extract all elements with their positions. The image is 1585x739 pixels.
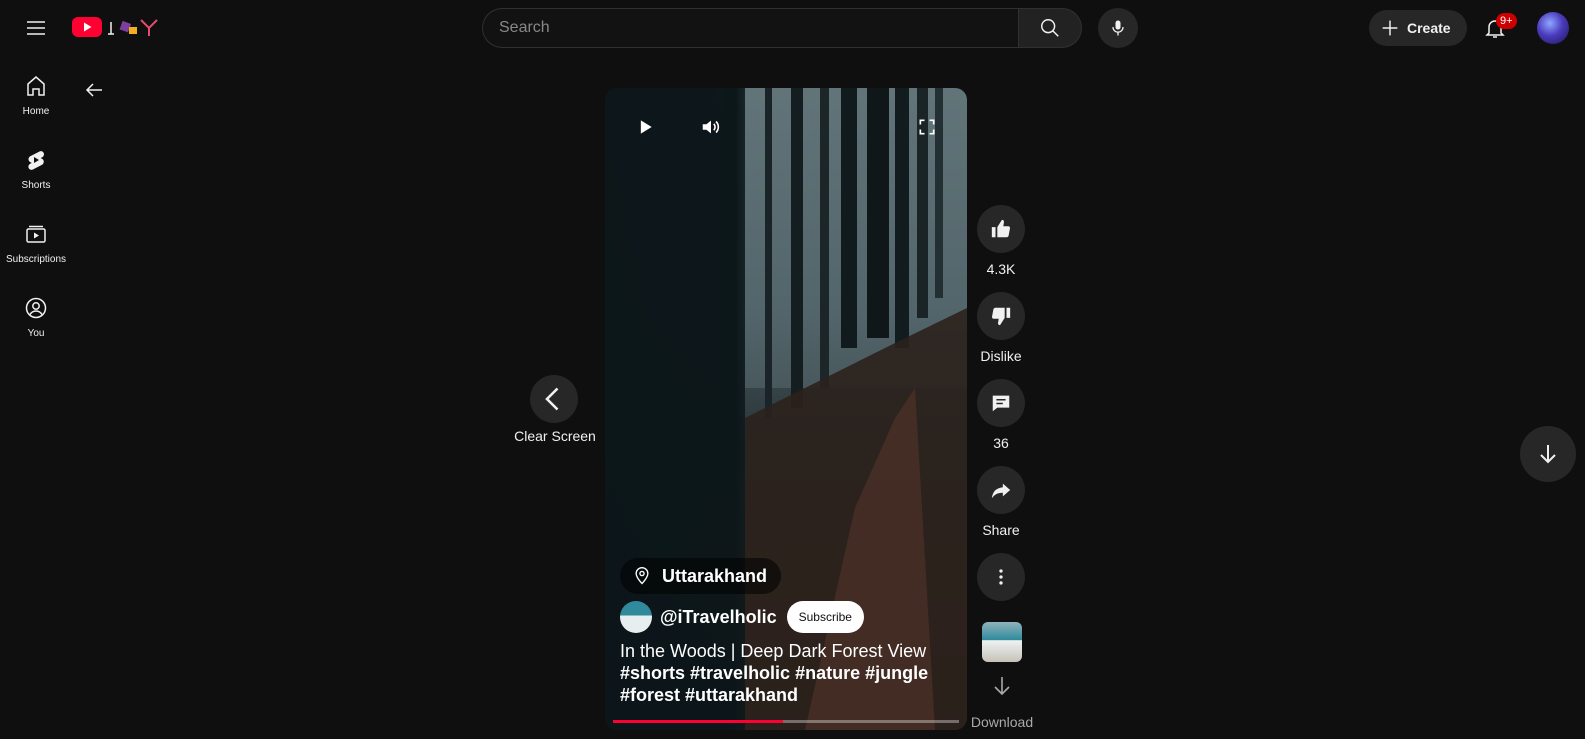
progress-fill (613, 720, 783, 723)
channel-row: @iTravelholic Subscribe (620, 601, 864, 633)
share-button[interactable] (977, 466, 1025, 514)
create-label: Create (1407, 20, 1451, 36)
volume-icon (702, 120, 720, 134)
create-button[interactable]: Create (1369, 10, 1467, 46)
sidebar-item-subscriptions[interactable]: Subscriptions (0, 204, 72, 278)
share-icon (991, 483, 1011, 499)
share-action: Share (977, 466, 1025, 538)
volume-button[interactable] (687, 103, 735, 151)
clear-screen-label[interactable]: Clear Screen (510, 428, 600, 444)
chevron-left-icon (545, 387, 559, 411)
youtube-play-logo-icon (72, 17, 102, 37)
plus-icon (1382, 20, 1398, 36)
hashtags[interactable]: #shorts #travelholic #nature #jungle #fo… (620, 663, 928, 705)
comment-icon (992, 395, 1010, 412)
dislike-button[interactable] (977, 292, 1025, 340)
comments-action: 36 (977, 379, 1025, 451)
dislike-label: Dislike (980, 348, 1022, 364)
fullscreen-button[interactable] (903, 103, 951, 151)
like-button[interactable] (977, 205, 1025, 253)
sidebar-item-label: You (27, 328, 45, 339)
like-count: 4.3K (986, 261, 1016, 277)
channel-name[interactable]: @iTravelholic (660, 607, 777, 628)
comment-count: 36 (993, 435, 1009, 451)
short-title[interactable]: In the Woods | Deep Dark Forest View #sh… (620, 640, 955, 706)
mini-guide-sidebar: Home Shorts Subscriptions You (0, 56, 72, 352)
play-button[interactable] (621, 103, 669, 151)
sidebar-item-home[interactable]: Home (0, 56, 72, 130)
voice-search-button[interactable] (1098, 8, 1138, 48)
channel-thumbnail[interactable] (982, 622, 1022, 662)
shorts-video-player[interactable]: Uttarakhand @iTravelholic Subscribe In t… (605, 88, 967, 730)
arrow-down-icon (1540, 445, 1556, 464)
share-label: Share (982, 522, 1020, 538)
doodle-icon (108, 19, 158, 36)
youtube-logo[interactable] (72, 16, 163, 38)
shorts-icon (28, 151, 44, 170)
fullscreen-icon (919, 119, 935, 135)
forest-video-frame (605, 88, 967, 730)
back-arrow-icon[interactable] (82, 78, 106, 102)
search-icon (1041, 19, 1059, 37)
search-input[interactable] (482, 8, 1018, 48)
location-pin-icon (635, 567, 649, 585)
search-bar (482, 8, 1082, 48)
progress-bar[interactable] (613, 720, 959, 723)
search-button[interactable] (1018, 8, 1082, 48)
notification-badge: 9+ (1496, 13, 1517, 29)
comments-button[interactable] (977, 379, 1025, 427)
previous-short-button[interactable] (530, 375, 578, 423)
thumbs-up-icon (991, 219, 1011, 238)
thumbs-down-icon (991, 307, 1011, 326)
hamburger-icon (27, 21, 45, 35)
download-label[interactable]: Download (966, 714, 1038, 730)
location-label: Uttarakhand (662, 565, 768, 586)
subscriptions-icon (26, 225, 46, 243)
menu-button[interactable] (16, 8, 56, 48)
play-icon (640, 120, 652, 134)
account-avatar[interactable] (1537, 12, 1569, 44)
more-vertical-icon (999, 569, 1003, 585)
title-text: In the Woods | Deep Dark Forest View (620, 641, 927, 661)
sidebar-item-label: Subscriptions (5, 254, 67, 265)
sidebar-item-label: Shorts (21, 180, 51, 191)
location-chip[interactable]: Uttarakhand (620, 558, 782, 594)
next-short-button[interactable] (1520, 426, 1576, 482)
channel-avatar[interactable] (620, 601, 652, 633)
top-bar: Create 9+ (0, 0, 1585, 56)
home-icon (27, 76, 45, 96)
more-action (977, 553, 1025, 601)
download-arrow-icon[interactable] (990, 674, 1014, 698)
more-options-button[interactable] (977, 553, 1025, 601)
sidebar-item-shorts[interactable]: Shorts (0, 130, 72, 204)
like-action: 4.3K (977, 205, 1025, 277)
you-icon (25, 297, 47, 319)
sidebar-item-label: Home (22, 106, 50, 117)
dislike-action: Dislike (977, 292, 1025, 364)
microphone-icon (1112, 20, 1124, 36)
subscribe-button[interactable]: Subscribe (786, 601, 864, 633)
sidebar-item-you[interactable]: You (0, 278, 72, 352)
